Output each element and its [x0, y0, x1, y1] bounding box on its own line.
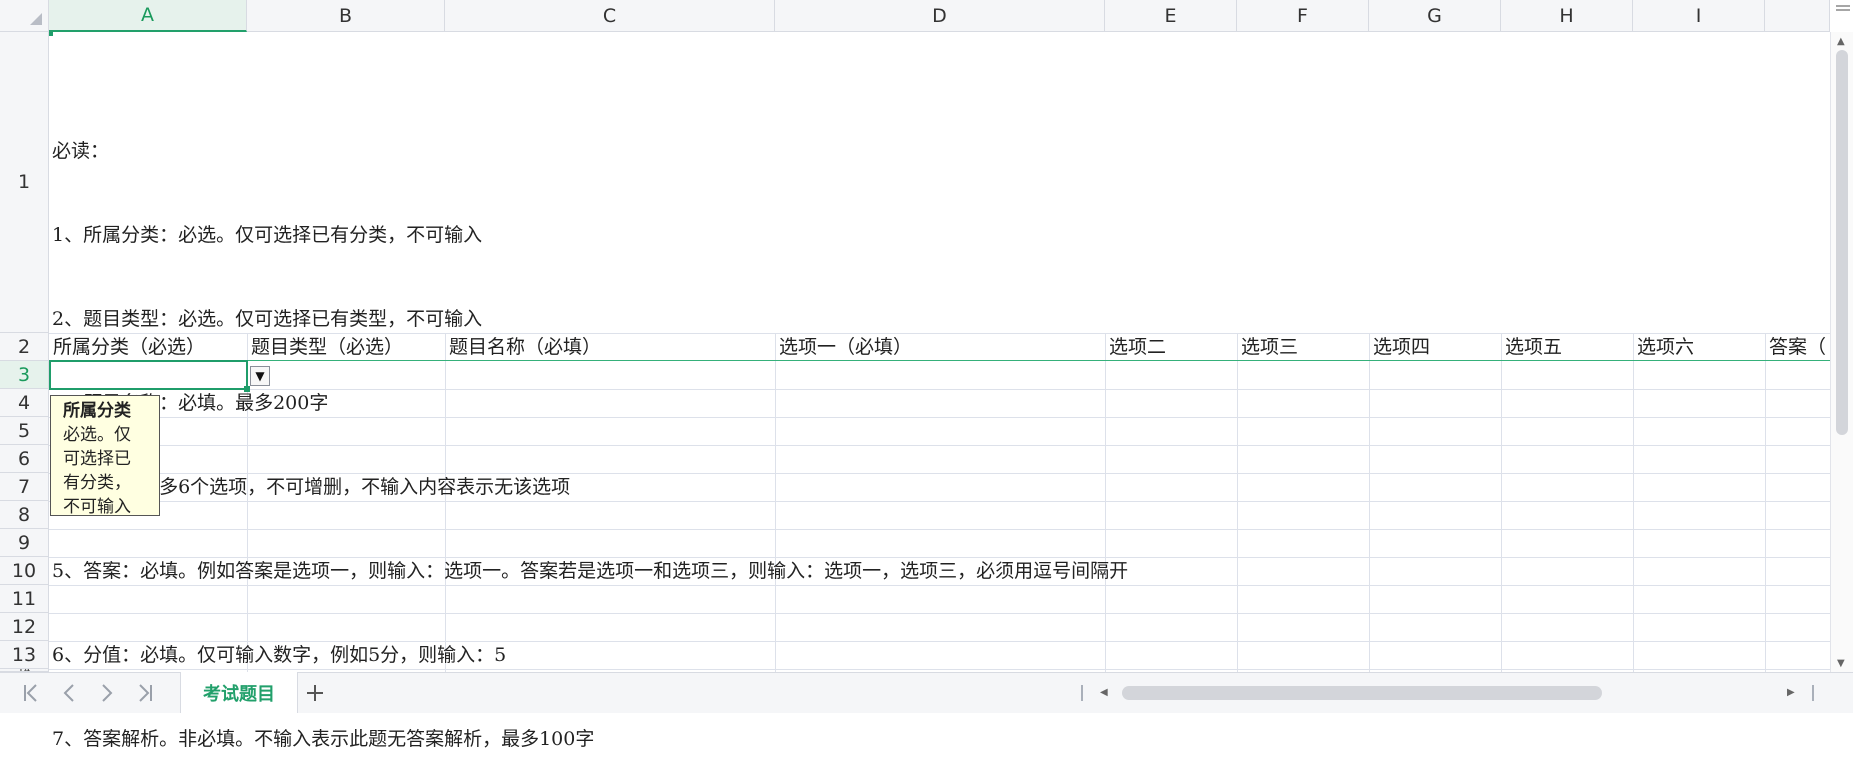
- notes-line-3: 3、题目名称：必填。最多200字: [52, 392, 329, 414]
- scroll-up-arrow-icon[interactable]: ▲: [1837, 36, 1845, 47]
- prev-sheet-icon[interactable]: [54, 678, 84, 708]
- column-header-g[interactable]: G: [1369, 0, 1501, 32]
- row-header-2[interactable]: 2: [0, 333, 49, 361]
- row-header-13[interactable]: 13: [0, 641, 49, 669]
- column-header-f[interactable]: F: [1237, 0, 1369, 32]
- notes-line-6: 6、分值：必填。仅可输入数字，例如5分，则输入：5: [52, 644, 507, 666]
- row-header-9[interactable]: 9: [0, 529, 49, 557]
- row-header-3[interactable]: 3: [0, 361, 49, 389]
- add-sheet-icon[interactable]: [300, 678, 330, 708]
- notes-line-5: 5、答案：必填。例如答案是选项一，则输入：选项一。答案若是选项一和选项三，则输入…: [52, 560, 1129, 582]
- header-cell-option3[interactable]: 选项三: [1237, 333, 1369, 361]
- column-header-c[interactable]: C: [445, 0, 775, 32]
- split-handle-icon[interactable]: [1812, 685, 1814, 701]
- notes-line-0: 必读：: [52, 140, 110, 162]
- scroll-right-arrow-icon[interactable]: ▶: [1787, 687, 1795, 698]
- notes-line-7: 7、答案解析。非必填。不输入表示此题无答案解析，最多100字: [52, 728, 595, 750]
- column-header-j[interactable]: [1765, 0, 1830, 32]
- header-cell-option5[interactable]: 选项五: [1501, 333, 1633, 361]
- sheet-tab-active[interactable]: 考试题目: [180, 672, 298, 713]
- scroll-down-arrow-icon[interactable]: ▼: [1837, 658, 1845, 669]
- header-cell-category[interactable]: 所属分类（必选）: [49, 333, 247, 361]
- tooltip-line-1: 可选择已: [63, 449, 131, 469]
- row-header-4[interactable]: 4: [0, 389, 49, 417]
- dropdown-arrow-icon[interactable]: ▼: [250, 366, 270, 386]
- header-cell-answer[interactable]: 答案（: [1765, 333, 1830, 361]
- cell-corner-marker: [49, 32, 53, 36]
- row-header-11[interactable]: 11: [0, 585, 49, 613]
- row-header-10[interactable]: 10: [0, 557, 49, 585]
- split-handle-icon[interactable]: [1081, 685, 1083, 701]
- next-sheet-icon[interactable]: [92, 678, 122, 708]
- split-view-icon[interactable]: [1834, 2, 1852, 26]
- row-header-5[interactable]: 5: [0, 417, 49, 445]
- tooltip-title: 所属分类: [63, 401, 131, 421]
- validation-tooltip: 所属分类 必选。仅 可选择已 有分类， 不可输入: [50, 395, 160, 517]
- selected-cell-a3[interactable]: [49, 360, 248, 390]
- row-header-12[interactable]: 12: [0, 613, 49, 641]
- tooltip-line-3: 不可输入: [63, 497, 131, 517]
- fill-handle[interactable]: [244, 386, 250, 392]
- header-cell-option2[interactable]: 选项二: [1105, 333, 1237, 361]
- header-cell-option4[interactable]: 选项四: [1369, 333, 1501, 361]
- notes-line-1: 1、所属分类：必选。仅可选择已有分类，不可输入: [52, 224, 483, 246]
- header-cell-name[interactable]: 题目名称（必填）: [445, 333, 775, 361]
- row-header-1[interactable]: 1: [0, 32, 49, 333]
- column-header-h[interactable]: H: [1501, 0, 1633, 32]
- column-header-e[interactable]: E: [1105, 0, 1237, 32]
- column-header-i[interactable]: I: [1633, 0, 1765, 32]
- header-cell-option1[interactable]: 选项一（必填）: [775, 333, 1105, 361]
- grid-line: [1765, 333, 1766, 672]
- row-header-7[interactable]: 7: [0, 473, 49, 501]
- notes-line-2: 2、题目类型：必选。仅可选择已有类型，不可输入: [52, 308, 483, 330]
- scroll-left-arrow-icon[interactable]: ◀: [1100, 687, 1108, 698]
- select-all-triangle-icon: [30, 13, 42, 25]
- horizontal-scroll-thumb[interactable]: [1122, 686, 1602, 700]
- column-header-d[interactable]: D: [775, 0, 1105, 32]
- column-header-b[interactable]: B: [247, 0, 445, 32]
- select-all-corner[interactable]: [0, 0, 49, 32]
- header-cell-type[interactable]: 题目类型（必选）: [247, 333, 445, 361]
- grid-line: [1237, 333, 1238, 672]
- tooltip-line-0: 必选。仅: [63, 425, 131, 445]
- grid-line: [1369, 333, 1370, 672]
- notes-line-4: 4、选项：最多6个选项，不可增删，不输入内容表示无该选项: [52, 476, 571, 498]
- grid-line: [1501, 333, 1502, 672]
- row-header-6[interactable]: 6: [0, 445, 49, 473]
- last-sheet-icon[interactable]: [130, 678, 160, 708]
- column-header-a[interactable]: A: [49, 0, 247, 32]
- header-cell-option6[interactable]: 选项六: [1633, 333, 1765, 361]
- tooltip-line-2: 有分类，: [63, 473, 131, 493]
- row-header-8[interactable]: 8: [0, 501, 49, 529]
- grid-line: [1633, 333, 1634, 672]
- vertical-scroll-thumb[interactable]: [1836, 50, 1848, 435]
- first-sheet-icon[interactable]: [16, 678, 46, 708]
